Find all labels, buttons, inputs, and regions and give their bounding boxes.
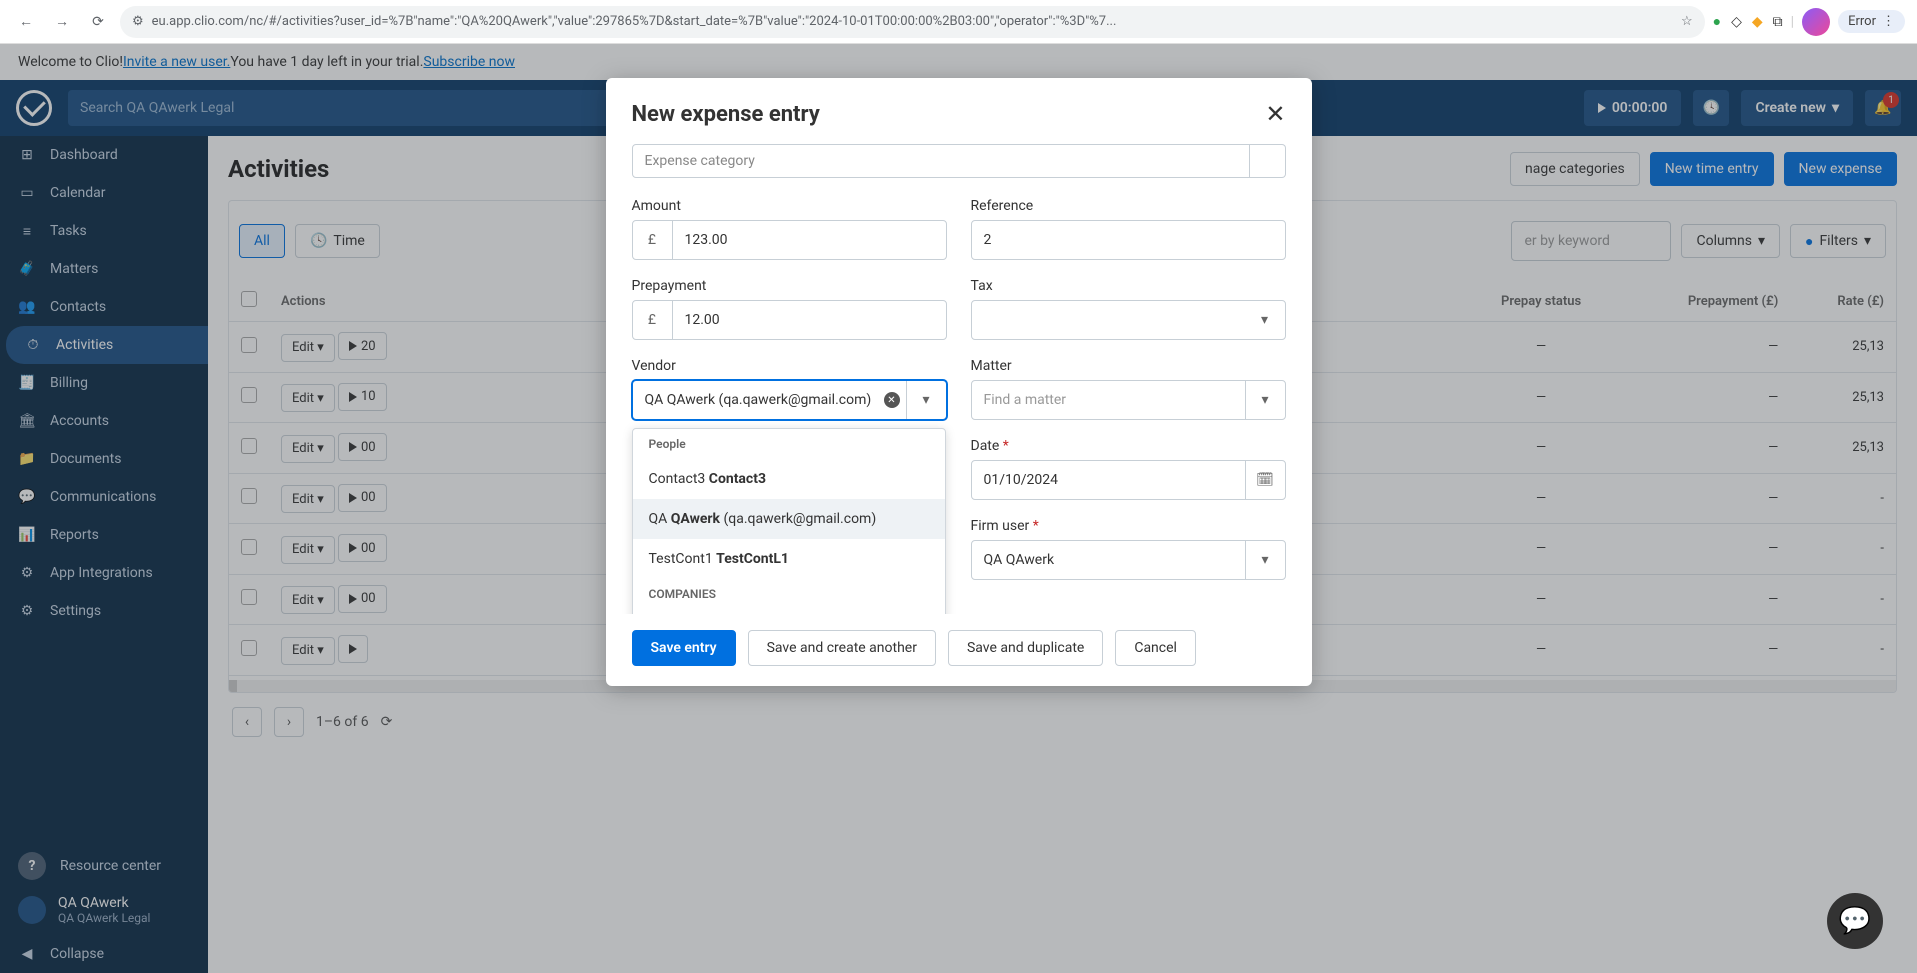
matter-combobox[interactable]: Find a matter▾ xyxy=(971,380,1286,420)
amount-input[interactable]: £ xyxy=(632,220,947,260)
caret-down-icon: ▾ xyxy=(1245,541,1285,579)
firm-user-label: Firm user * xyxy=(971,518,1286,534)
caret-down-icon: ▾ xyxy=(1245,381,1285,419)
modal-title: New expense entry xyxy=(632,102,820,127)
ext-icon-2[interactable]: ◇ xyxy=(1731,14,1742,30)
reference-label: Reference xyxy=(971,198,1286,214)
close-icon[interactable]: ✕ xyxy=(1265,100,1285,128)
bookmark-star-icon[interactable]: ☆ xyxy=(1681,14,1693,29)
save-duplicate-button[interactable]: Save and duplicate xyxy=(948,630,1103,666)
date-label: Date * xyxy=(971,438,1286,454)
browser-bar: ← → ⟳ ⚙ eu.app.clio.com/nc/#/activities?… xyxy=(0,0,1917,44)
url-text: eu.app.clio.com/nc/#/activities?user_id=… xyxy=(152,14,1117,29)
prepayment-label: Prepayment xyxy=(632,278,947,294)
ext-puzzle-icon[interactable]: ⧉ xyxy=(1773,14,1783,30)
vendor-option[interactable]: Contact2 xyxy=(633,609,945,614)
clear-icon[interactable]: ✕ xyxy=(884,392,900,408)
matter-label: Matter xyxy=(971,358,1286,374)
chat-fab[interactable]: 💬 xyxy=(1827,893,1883,949)
reload-icon[interactable]: ⟳ xyxy=(84,8,112,36)
vendor-label: Vendor xyxy=(632,358,947,374)
expense-category-select[interactable]: Expense category xyxy=(632,144,1250,178)
caret-down-icon: ▾ xyxy=(1245,312,1285,328)
firm-user-select[interactable]: QA QAwerk▾ xyxy=(971,540,1286,580)
save-entry-button[interactable]: Save entry xyxy=(632,630,736,666)
dropdown-section-people: People xyxy=(633,429,945,459)
date-input[interactable]: 01/10/2024🗓 xyxy=(971,460,1286,500)
ext-icon-3[interactable]: ◆ xyxy=(1752,14,1763,30)
add-category-button[interactable] xyxy=(1250,144,1286,178)
reference-input[interactable] xyxy=(971,220,1286,260)
error-button[interactable]: Error⋮ xyxy=(1838,10,1905,33)
caret-down-icon[interactable]: ▾ xyxy=(906,381,946,419)
back-icon[interactable]: ← xyxy=(12,8,40,36)
vendor-option[interactable]: Contact3 Contact3 xyxy=(633,459,945,499)
kebab-icon: ⋮ xyxy=(1882,14,1895,29)
vendor-combobox[interactable]: QA QAwerk (qa.qawerk@gmail.com) ✕ ▾ xyxy=(632,380,947,420)
forward-icon[interactable]: → xyxy=(48,8,76,36)
profile-avatar[interactable] xyxy=(1802,8,1830,36)
calendar-icon[interactable]: 🗓 xyxy=(1245,461,1285,499)
save-create-another-button[interactable]: Save and create another xyxy=(748,630,936,666)
ext-icon-1[interactable]: ● xyxy=(1713,13,1721,30)
dropdown-section-companies: COMPANIES xyxy=(633,579,945,609)
cancel-button[interactable]: Cancel xyxy=(1115,630,1196,666)
extension-icons: ● ◇ ◆ ⧉ xyxy=(1713,13,1783,30)
url-bar[interactable]: ⚙ eu.app.clio.com/nc/#/activities?user_i… xyxy=(120,6,1705,38)
vendor-option[interactable]: QA QAwerk (qa.qawerk@gmail.com) xyxy=(633,499,945,539)
tax-select[interactable]: ▾ xyxy=(971,300,1286,340)
vendor-option[interactable]: TestCont1 TestContL1 xyxy=(633,539,945,579)
tax-label: Tax xyxy=(971,278,1286,294)
site-info-icon[interactable]: ⚙ xyxy=(132,14,144,29)
expense-entry-modal: New expense entry ✕ Expense category Amo… xyxy=(606,78,1312,686)
vendor-dropdown: People Contact3 Contact3QA QAwerk (qa.qa… xyxy=(632,428,946,614)
prepayment-input[interactable]: £ xyxy=(632,300,947,340)
amount-label: Amount xyxy=(632,198,947,214)
